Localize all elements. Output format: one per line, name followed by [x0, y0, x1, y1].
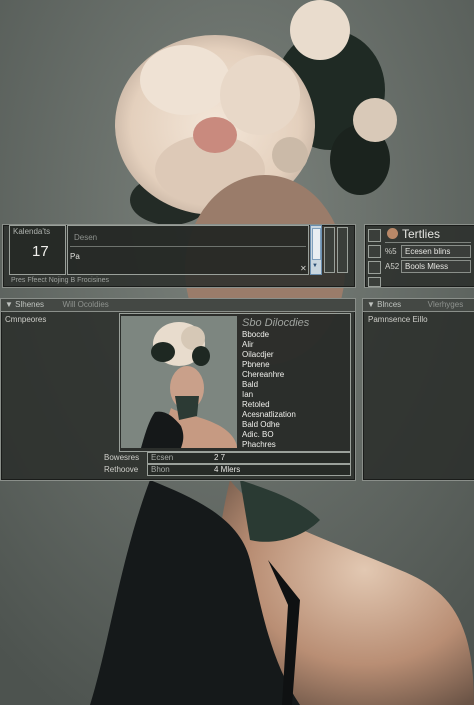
list-item[interactable]: Bald [242, 380, 296, 390]
field-placeholder: Desen [74, 233, 98, 242]
tab-vlerhyges[interactable]: Vlerhyges [428, 300, 464, 309]
properties-panel: ▼ Blnces Vlerhyges Pamnsence Eillo [362, 298, 474, 481]
big-date-number: 17 [32, 243, 49, 260]
titles-tool-icon-3[interactable] [368, 261, 381, 274]
list-item[interactable]: Alir [242, 340, 296, 350]
vertical-scrollbar[interactable]: ▼ [310, 225, 322, 275]
properties-tabs: ▼ Blnces Vlerhyges [363, 299, 474, 312]
field-label: Pa [70, 252, 80, 261]
list-item[interactable]: Pbnene [242, 360, 296, 370]
panel-button[interactable] [324, 227, 335, 273]
preview-list: Bbocde Alir Oilacdjer Pbnene Chereanhre … [242, 330, 296, 450]
date-box[interactable]: Kalenda'ts 17 [9, 225, 66, 275]
footer-row-label-2: Rethoove [104, 465, 139, 474]
titles-row-key: %5 [385, 247, 397, 256]
main-panel: ▼ Slhenes Will Ocoldies Cmnpeores Sbo Di… [0, 298, 356, 481]
close-icon[interactable]: ✕ [300, 264, 307, 273]
properties-label: Pamnsence Eillo [368, 315, 428, 324]
list-item[interactable]: Bbocde [242, 330, 296, 340]
calendar-panel: Kalenda'ts 17 Desen Pa ✕ ▼ Pres Ffeect N… [2, 224, 356, 288]
main-panel-tabs: ▼ Slhenes Will Ocoldies [1, 299, 355, 312]
collapse-icon[interactable]: ▼ [5, 300, 15, 309]
scroll-thumb[interactable] [312, 228, 321, 260]
titles-heading: Tertlies [402, 227, 441, 241]
titles-panel: Tertlies %5 Ecesen blins A52 Bools Mless [364, 224, 474, 288]
list-item[interactable]: Ian [242, 390, 296, 400]
titles-row-key-2: A52 [385, 262, 400, 271]
list-item[interactable]: Adic. BO [242, 430, 296, 440]
calendar-status-text: Pres Ffeect Nojing B Frocisines [11, 277, 110, 284]
panel-button-secondary[interactable] [337, 227, 348, 273]
titles-tool-icon-2[interactable] [368, 245, 381, 258]
list-item[interactable]: Oilacdjer [242, 350, 296, 360]
collapse-icon[interactable]: ▼ [367, 300, 377, 309]
preview-area: Sbo Dilocdies Bbocde Alir Oilacdjer Pbne… [119, 313, 351, 452]
text-input-area[interactable]: Desen Pa ✕ [67, 225, 309, 275]
footer-row-label: Bowesres [104, 453, 140, 462]
titles-row-value-2[interactable]: Bools Mless [401, 260, 471, 273]
tab-will-ocoldies[interactable]: Will Ocoldies [63, 300, 109, 309]
tab-blnces[interactable]: Blnces [377, 300, 401, 309]
preview-title: Sbo Dilocdies [242, 317, 310, 329]
list-item[interactable]: Retoled [242, 400, 296, 410]
tab-slhenes[interactable]: Slhenes [15, 300, 44, 309]
calendar-title: Kalenda'ts [13, 227, 51, 236]
list-item[interactable]: Acesnatlization [242, 410, 296, 420]
footer-row-field-2[interactable]: Bhon 4 Mlers [147, 464, 351, 476]
titles-logo-icon [387, 228, 398, 239]
main-sidebar-label: Cmnpeores [5, 315, 47, 324]
list-item[interactable]: Chereanhre [242, 370, 296, 380]
titles-tool-icon-4[interactable] [368, 277, 381, 287]
titles-row-value[interactable]: Ecesen blins [401, 245, 471, 258]
titles-tool-icon[interactable] [368, 229, 381, 242]
list-item[interactable]: Phachres [242, 440, 296, 450]
footer-row-field[interactable]: Ecsen 2 7 [147, 452, 351, 464]
scroll-down-icon[interactable]: ▼ [312, 263, 318, 269]
list-item[interactable]: Bald Odhe [242, 420, 296, 430]
portrait-thumbnail[interactable] [121, 316, 237, 448]
